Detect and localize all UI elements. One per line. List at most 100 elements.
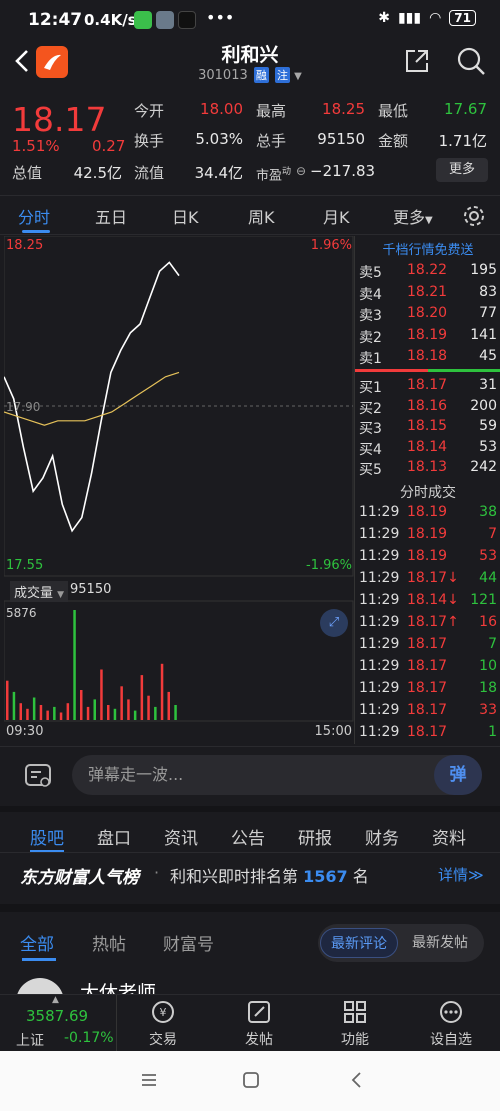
index-change[interactable]: -0.17% [64,1030,114,1046]
bottom-nav: ▲ 3587.69 上证 -0.17% ¥ 交易 发帖 功能 设自选 [0,994,500,1051]
sort-latest-comment[interactable]: 最新评论 [320,928,398,958]
nav-functions[interactable]: 功能 [325,997,385,1049]
tab-more[interactable]: 更多▼ [393,204,433,228]
battery-icon: 71 [449,10,476,26]
tick-row-volume: 1 [488,724,497,740]
tick-row-price: 18.17 [407,702,448,718]
rank-text-label: 利和兴即时排名第 [170,867,299,886]
float-label: 流值 [134,164,165,182]
tab-all-posts[interactable]: 全部 [20,930,54,955]
popularity-rank-banner[interactable]: 东方财富人气榜 · 利和兴即时排名第 1567 名 详情≫ [0,852,500,896]
ask-row-price: 18.21 [407,283,448,300]
tab-five-day[interactable]: 五日 [95,204,127,228]
bid-row-volume: 53 [479,438,497,455]
volume-selector[interactable]: 成交量 ▼ [10,581,69,602]
index-name[interactable]: 上证 [16,1030,44,1050]
bid-row-price: 18.14 [407,438,448,455]
ask-row-label: 卖5 [359,265,382,281]
tick-row: 11:29 18.17 1 [355,724,500,745]
tab-profile[interactable]: 资料 [432,824,466,849]
post-author[interactable]: 大休老师 [80,978,156,994]
back-nav-icon[interactable] [348,1071,366,1089]
tick-row-label: 11:29 [359,570,400,586]
expand-chart-icon[interactable]: ⤢ [320,609,348,637]
index-value[interactable]: 3587.69 [26,1007,88,1025]
ask-row-label: 卖2 [359,329,382,346]
ask-row: 卖4 18.21 83 [355,284,500,305]
tick-row-volume: 44 [479,570,497,586]
volume-bar [6,680,9,720]
bid-row-price: 18.16 [407,397,448,414]
bid-row: 买1 18.17 31 [355,377,500,398]
tab-hot-posts[interactable]: 热帖 [92,930,126,955]
intraday-chart[interactable]: 18.25 1.96% 17.90 17.55 -1.96% 成交量 ▼ 951… [4,236,354,744]
tick-row-price: 18.19 [407,526,448,542]
nav-post[interactable]: 发帖 [229,997,289,1049]
bid-row-volume: 242 [470,459,497,475]
tab-monthly-k[interactable]: 月K [323,204,350,228]
ask-row-volume: 83 [479,283,497,300]
bid-row-price: 18.17 [407,377,448,393]
tab-orderbook[interactable]: 盘口 [97,824,131,849]
nav-trade[interactable]: ¥ 交易 [133,997,193,1049]
price-line [4,261,180,533]
chart-high-price: 18.25 [6,238,44,253]
tick-row-volume: 53 [479,548,497,564]
rank-number: 1567 [303,867,348,886]
danmaku-send-button[interactable]: 弹 [434,755,482,795]
pe-label-text: 市盈 [256,168,283,184]
author-avatar[interactable] [16,978,64,994]
volume-bar [73,610,76,720]
sort-latest-post[interactable]: 最新发帖 [402,928,478,958]
tab-announcements[interactable]: 公告 [231,824,265,849]
bid-row-label: 买3 [359,421,382,437]
tab-forum[interactable]: 股吧 [30,824,64,849]
tick-row: 11:29 18.17↑ 16 [355,614,500,635]
ask-row: 卖2 18.19 141 [355,327,500,348]
more-quote-button[interactable]: 更多 [436,158,488,182]
amount-value: 1.71亿 [438,132,487,150]
rank-separator: · [154,863,160,882]
tab-fortune-account[interactable]: 财富号 [163,930,214,955]
danmaku-toggle-icon[interactable] [24,763,52,789]
low-value: 17.67 [444,100,487,118]
tab-more-label: 更多 [393,208,426,227]
tab-news[interactable]: 资讯 [164,824,198,849]
tab-daily-k[interactable]: 日K [172,204,199,228]
tab-finance[interactable]: 财务 [365,824,399,849]
ask-row-label: 卖4 [359,286,382,303]
menu-icon[interactable] [140,1071,158,1089]
share-icon[interactable] [404,48,430,74]
pe-value: −217.83 [310,162,376,180]
tab-research[interactable]: 研报 [298,824,332,849]
search-icon[interactable] [456,46,486,76]
bid-row-label: 买4 [359,441,382,458]
tab-weekly-k[interactable]: 周K [248,204,275,228]
home-icon[interactable] [242,1071,260,1089]
nav-divider [116,995,117,1051]
volume-bar [26,708,29,720]
tick-row-label: 11:29 [359,504,400,520]
danmaku-input[interactable]: 弹幕走一波... [72,755,482,795]
stock-header: 利和兴 301013 融 注 ▼ [0,40,500,92]
turnover-value: 5.03% [195,130,243,148]
tick-row: 11:29 18.17 10 [355,658,500,679]
info-icon[interactable]: ⊖ [296,164,306,178]
tab-intraday[interactable]: 分时 [18,204,50,228]
nav-add-watchlist[interactable]: 设自选 [421,997,481,1049]
mktcap-label: 总值 [12,164,43,182]
tick-row-volume: 38 [479,504,497,520]
rank-detail-link[interactable]: 详情≫ [438,864,484,885]
trade-icon: ¥ [152,1001,174,1023]
high-label: 最高 [256,102,287,120]
post-item[interactable]: 大休老师 [0,966,500,994]
volume-bar [107,705,110,720]
tick-row-label: 11:29 [359,526,400,542]
ticks-title[interactable]: 分时成交 [355,482,500,502]
level2-promo-link[interactable]: 千档行情免费送 [355,239,500,258]
settings-icon[interactable] [462,204,486,228]
volume-bar [32,697,36,720]
bluetooth-icon: ✱ [378,10,390,26]
volume-bar [147,695,150,720]
ask-row: 卖5 18.22 195 [355,262,500,283]
